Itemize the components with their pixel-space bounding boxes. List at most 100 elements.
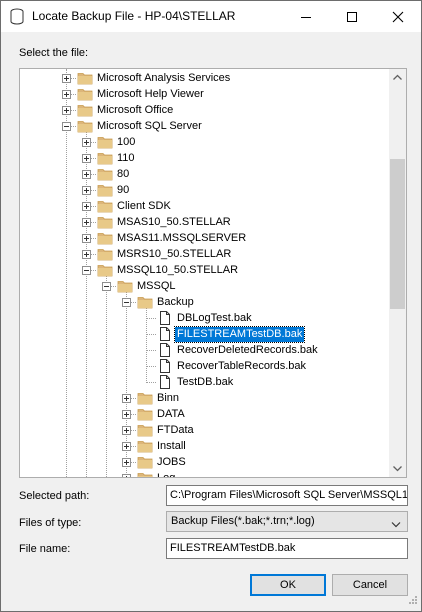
tree-row[interactable]: 80 (20, 166, 390, 182)
tree-item-label[interactable]: MSAS10_50.STELLAR (115, 215, 233, 230)
vertical-scrollbar[interactable] (389, 69, 406, 477)
expand-plus-icon[interactable] (82, 186, 91, 195)
tree-item-label[interactable]: JOBS (155, 455, 188, 470)
tree-row[interactable]: Microsoft SQL Server (20, 118, 390, 134)
minimize-button[interactable] (283, 1, 329, 32)
files-of-type-dropdown[interactable]: Backup Files(*.bak;*.trn;*.log) (166, 511, 408, 532)
tree-item-label[interactable]: 100 (115, 135, 137, 150)
tree-row[interactable]: MSSQL (20, 278, 390, 294)
tree-row[interactable]: FTData (20, 422, 390, 438)
tree-row[interactable]: Binn (20, 390, 390, 406)
expand-plus-icon[interactable] (122, 394, 131, 403)
folder-tree[interactable]: Microsoft Analysis Services Microsoft Hel… (19, 68, 407, 478)
tree-item-label[interactable]: Install (155, 439, 188, 454)
tree-connector (146, 382, 156, 383)
expand-plus-icon[interactable] (122, 458, 131, 467)
expand-plus-icon[interactable] (122, 426, 131, 435)
tree-row[interactable]: Client SDK (20, 198, 390, 214)
files-of-type-value: Backup Files(*.bak;*.trn;*.log) (171, 515, 315, 527)
tree-row[interactable]: Backup (20, 294, 390, 310)
tree-row[interactable]: MSSQL10_50.STELLAR (20, 262, 390, 278)
tree-item-label[interactable]: 80 (115, 167, 131, 182)
expand-plus-icon[interactable] (62, 90, 71, 99)
tree-connector (146, 350, 156, 351)
tree-row[interactable]: MSRS10_50.STELLAR (20, 246, 390, 262)
scrollbar-thumb[interactable] (390, 159, 405, 309)
expand-plus-icon[interactable] (82, 250, 91, 259)
expand-plus-icon[interactable] (82, 218, 91, 227)
collapse-minus-icon[interactable] (122, 298, 131, 307)
locate-backup-file-dialog: Locate Backup File - HP-04\STELLAR Selec… (0, 0, 422, 612)
expand-plus-icon[interactable] (62, 74, 71, 83)
maximize-button[interactable] (329, 1, 375, 32)
tree-view-content[interactable]: Microsoft Analysis Services Microsoft Hel… (20, 69, 390, 477)
tree-item-label[interactable]: Binn (155, 391, 181, 406)
cancel-button[interactable]: Cancel (332, 574, 408, 596)
tree-item-label[interactable]: 110 (115, 151, 137, 166)
tree-item-label[interactable]: FTData (155, 423, 196, 438)
window-title: Locate Backup File - HP-04\STELLAR (32, 9, 236, 23)
tree-row[interactable]: Microsoft Help Viewer (20, 86, 390, 102)
tree-item-label[interactable]: 90 (115, 183, 131, 198)
tree-item-label[interactable]: Microsoft Help Viewer (95, 87, 206, 102)
database-icon (10, 8, 24, 25)
files-of-type-label: Files of type: (19, 517, 82, 529)
selected-path-label: Selected path: (19, 490, 90, 502)
file-name-field[interactable]: FILESTREAMTestDB.bak (166, 538, 408, 559)
tree-item-label[interactable]: DATA (155, 407, 187, 422)
expand-plus-icon[interactable] (82, 234, 91, 243)
collapse-minus-icon[interactable] (102, 282, 111, 291)
expand-plus-icon[interactable] (82, 170, 91, 179)
tree-item-label[interactable]: DBLogTest.bak (175, 311, 254, 326)
expand-plus-icon[interactable] (82, 202, 91, 211)
tree-item-label[interactable]: TestDB.bak (175, 375, 235, 390)
expand-plus-icon[interactable] (62, 106, 71, 115)
tree-item-label-selected[interactable]: FILESTREAMTestDB.bak (173, 326, 306, 343)
tree-item-label[interactable]: MSSQL (135, 279, 178, 294)
tree-connector (146, 318, 156, 319)
expand-plus-icon[interactable] (122, 474, 131, 477)
tree-row[interactable]: DATA (20, 406, 390, 422)
collapse-minus-icon[interactable] (62, 122, 71, 131)
expand-plus-icon[interactable] (82, 154, 91, 163)
tree-item-label[interactable]: MSAS11.MSSQLSERVER (115, 231, 248, 246)
tree-item-label[interactable]: RecoverTableRecords.bak (175, 359, 308, 374)
tree-row[interactable]: MSAS11.MSSQLSERVER (20, 230, 390, 246)
tree-row[interactable]: MSAS10_50.STELLAR (20, 214, 390, 230)
scroll-down-arrow-icon[interactable] (389, 460, 406, 477)
tree-item-label[interactable]: Log (155, 471, 177, 477)
tree-row[interactable]: 100 (20, 134, 390, 150)
tree-row[interactable]: DBLogTest.bak (20, 310, 390, 326)
collapse-minus-icon[interactable] (82, 266, 91, 275)
tree-row[interactable]: TestDB.bak (20, 374, 390, 390)
title-bar[interactable]: Locate Backup File - HP-04\STELLAR (1, 1, 421, 32)
ok-button[interactable]: OK (250, 574, 326, 596)
tree-row[interactable]: RecoverTableRecords.bak (20, 358, 390, 374)
tree-row[interactable]: JOBS (20, 454, 390, 470)
scroll-up-arrow-icon[interactable] (389, 69, 406, 86)
expand-plus-icon[interactable] (122, 442, 131, 451)
tree-item-label[interactable]: Microsoft Analysis Services (95, 71, 232, 86)
tree-connector (146, 334, 156, 335)
tree-row[interactable]: 110 (20, 150, 390, 166)
resize-grip-icon[interactable] (408, 595, 418, 608)
expand-plus-icon[interactable] (82, 138, 91, 147)
tree-item-label[interactable]: Client SDK (115, 199, 173, 214)
tree-row[interactable]: Microsoft Analysis Services (20, 70, 390, 86)
tree-row[interactable]: RecoverDeletedRecords.bak (20, 342, 390, 358)
tree-item-label[interactable]: RecoverDeletedRecords.bak (175, 343, 320, 358)
tree-item-label[interactable]: Backup (155, 295, 196, 310)
tree-item-label[interactable]: MSSQL10_50.STELLAR (115, 263, 240, 278)
chevron-down-icon (391, 518, 401, 533)
tree-row[interactable]: FILESTREAMTestDB.bak (20, 326, 390, 343)
tree-row[interactable]: Install (20, 438, 390, 454)
tree-row[interactable]: 90 (20, 182, 390, 198)
tree-item-label[interactable]: Microsoft Office (95, 103, 175, 118)
tree-row[interactable]: Microsoft Office (20, 102, 390, 118)
close-button[interactable] (375, 1, 421, 32)
tree-item-label[interactable]: MSRS10_50.STELLAR (115, 247, 233, 262)
tree-row[interactable]: Log (20, 470, 390, 477)
tree-item-label[interactable]: Microsoft SQL Server (95, 119, 204, 134)
selected-path-field[interactable]: C:\Program Files\Microsoft SQL Server\MS… (166, 485, 408, 506)
expand-plus-icon[interactable] (122, 410, 131, 419)
